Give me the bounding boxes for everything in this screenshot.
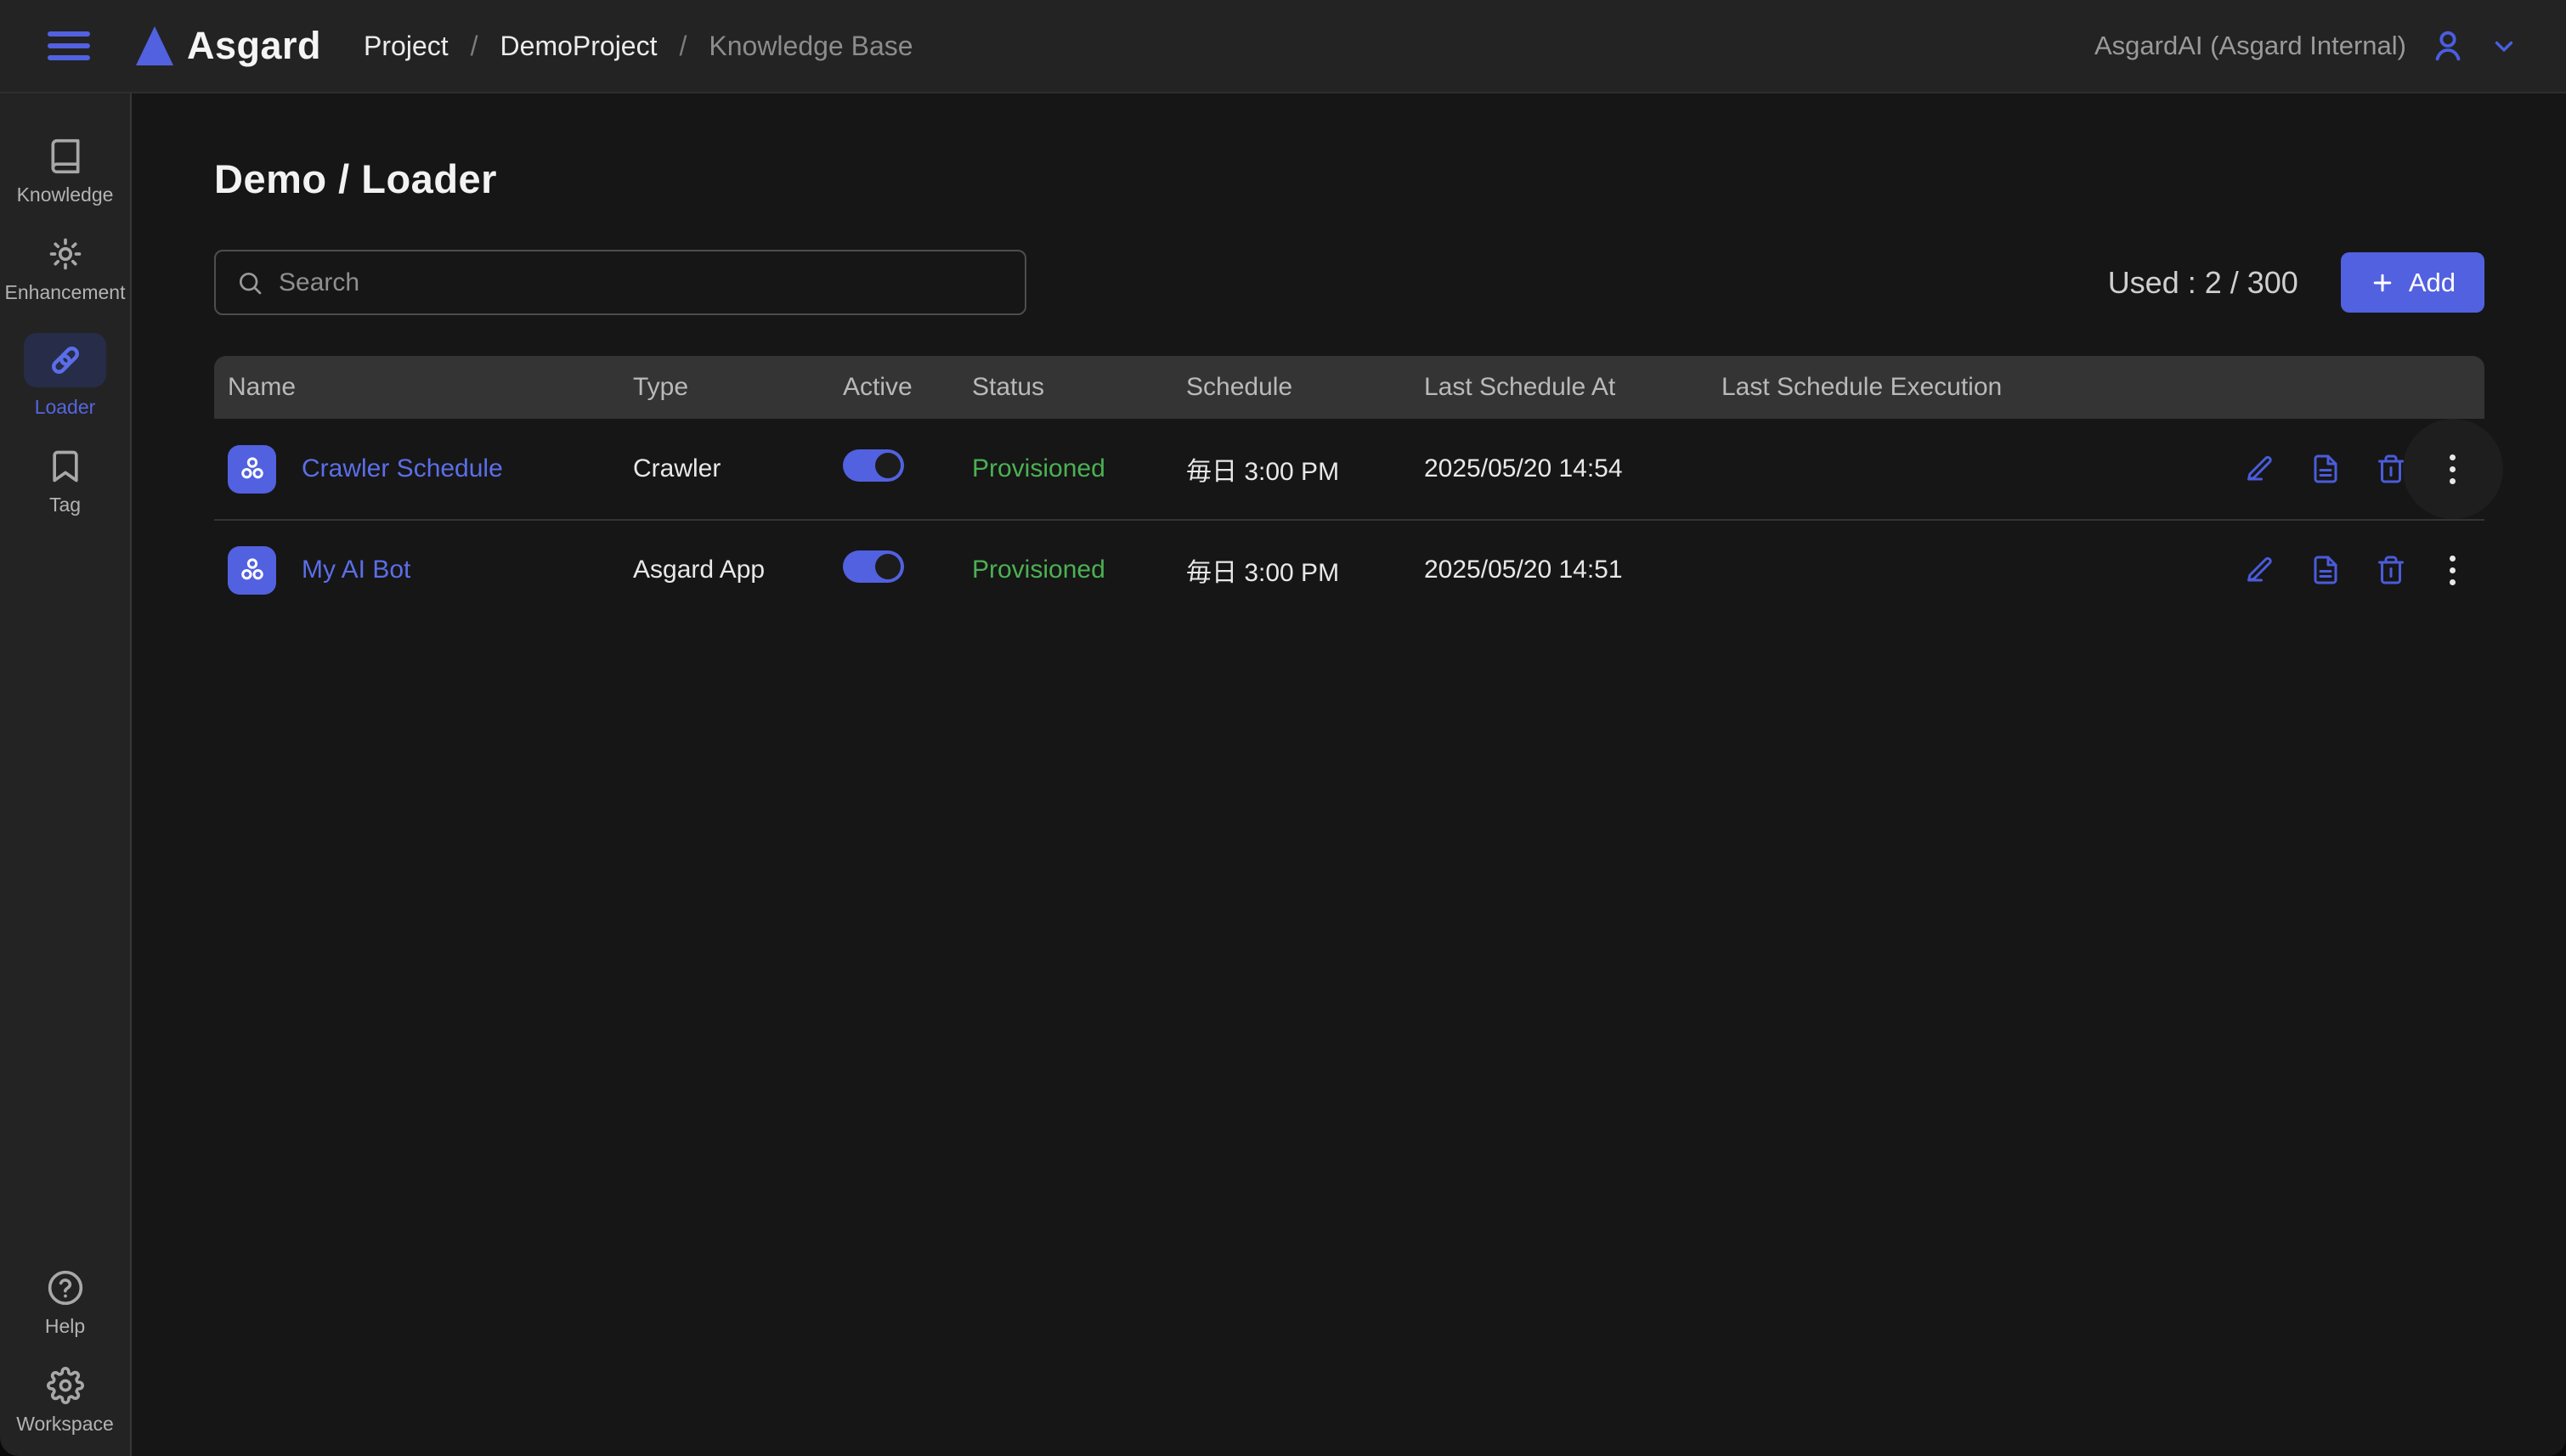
table-row: My AI Bot Asgard App Provisioned 毎日 3:00… xyxy=(214,519,2484,619)
breadcrumb-separator: / xyxy=(679,31,687,62)
bookmark-icon xyxy=(47,448,84,485)
loader-table: Name Type Active Status Schedule Last Sc… xyxy=(214,356,2484,619)
more-actions-button[interactable] xyxy=(2441,552,2464,589)
sidebar-item-loader[interactable]: Loader xyxy=(0,333,130,419)
delete-button[interactable] xyxy=(2376,555,2406,585)
toolbar: Used : 2 / 300 Add xyxy=(214,250,2484,315)
table-row: Crawler Schedule Crawler Provisioned 毎日 … xyxy=(214,419,2484,519)
loader-type-icon xyxy=(228,546,276,595)
gear-icon xyxy=(47,1367,84,1404)
sidebar-item-label: Workspace xyxy=(16,1413,114,1436)
row-last-schedule-at: 2025/05/20 14:51 xyxy=(1424,556,1721,584)
sidebar-item-workspace[interactable]: Workspace xyxy=(0,1367,130,1436)
plus-icon xyxy=(2370,270,2395,296)
search-box[interactable] xyxy=(214,250,1026,315)
breadcrumb-knowledge-base: Knowledge Base xyxy=(709,31,913,62)
search-icon xyxy=(236,269,263,296)
table-header: Name Type Active Status Schedule Last Sc… xyxy=(214,356,2484,419)
sidebar: Knowledge Enhancement xyxy=(0,93,132,1456)
column-header-last-schedule-at: Last Schedule At xyxy=(1424,373,1721,402)
chevron-down-icon[interactable] xyxy=(2490,31,2518,60)
row-name-link[interactable]: Crawler Schedule xyxy=(302,454,503,483)
active-toggle[interactable] xyxy=(843,449,904,482)
row-schedule: 毎日 3:00 PM xyxy=(1186,551,1424,589)
help-circle-icon xyxy=(47,1269,84,1306)
row-type: Crawler xyxy=(633,454,843,483)
triangle-logo-icon xyxy=(134,24,175,68)
document-button[interactable] xyxy=(2310,454,2341,484)
column-header-status: Status xyxy=(972,373,1186,402)
more-actions-button[interactable] xyxy=(2441,451,2464,488)
sidebar-active-highlight xyxy=(24,333,106,387)
header-account-area: AsgardAI (Asgard Internal) xyxy=(2094,26,2518,65)
status-badge: Provisioned xyxy=(972,454,1105,483)
row-type: Asgard App xyxy=(633,556,843,584)
row-last-schedule-at: 2025/05/20 14:54 xyxy=(1424,454,1721,483)
knot-icon xyxy=(237,555,268,585)
column-header-type: Type xyxy=(633,373,843,402)
breadcrumb-demoproject[interactable]: DemoProject xyxy=(500,31,658,62)
sidebar-item-label: Tag xyxy=(49,494,81,516)
sidebar-item-label: Enhancement xyxy=(5,281,126,304)
file-text-icon xyxy=(2310,555,2341,585)
breadcrumb: Project / DemoProject / Knowledge Base xyxy=(364,31,913,62)
pencil-icon xyxy=(2245,454,2275,484)
row-name-link[interactable]: My AI Bot xyxy=(302,556,410,584)
column-header-name: Name xyxy=(214,373,633,402)
account-label: AsgardAI (Asgard Internal) xyxy=(2094,31,2406,61)
sidebar-item-label: Loader xyxy=(35,396,96,419)
sidebar-item-enhancement[interactable]: Enhancement xyxy=(0,235,130,304)
edit-button[interactable] xyxy=(2245,555,2275,585)
main-content: Demo / Loader Used : 2 / 300 Add xyxy=(132,93,2566,1456)
menu-hamburger-icon[interactable] xyxy=(48,31,90,60)
sidebar-item-label: Knowledge xyxy=(17,183,114,206)
user-icon[interactable] xyxy=(2428,26,2467,65)
link-icon xyxy=(47,341,84,379)
column-header-active: Active xyxy=(843,373,972,402)
app-header: Asgard Project / DemoProject / Knowledge… xyxy=(0,0,2566,93)
asgard-logo[interactable]: Asgard xyxy=(134,24,321,68)
knot-icon xyxy=(237,454,268,484)
sidebar-bottom: Help Workspace xyxy=(0,1269,130,1456)
row-schedule: 毎日 3:00 PM xyxy=(1186,450,1424,488)
sidebar-item-knowledge[interactable]: Knowledge xyxy=(0,138,130,206)
breadcrumb-project[interactable]: Project xyxy=(364,31,449,62)
active-toggle[interactable] xyxy=(843,550,904,583)
document-button[interactable] xyxy=(2310,555,2341,585)
trash-icon xyxy=(2376,555,2406,585)
add-button-label: Add xyxy=(2409,268,2456,298)
column-header-last-schedule-execution: Last Schedule Execution xyxy=(1721,373,2230,402)
edit-button[interactable] xyxy=(2245,454,2275,484)
file-text-icon xyxy=(2310,454,2341,484)
search-input[interactable] xyxy=(279,268,1004,297)
logo-text: Asgard xyxy=(187,24,321,68)
sun-icon xyxy=(47,235,84,273)
add-button[interactable]: Add xyxy=(2341,252,2484,313)
loader-type-icon xyxy=(228,445,276,494)
sidebar-item-label: Help xyxy=(45,1315,85,1338)
sidebar-item-tag[interactable]: Tag xyxy=(0,448,130,516)
breadcrumb-separator: / xyxy=(471,31,478,62)
book-icon xyxy=(47,138,84,175)
app-window: Asgard Project / DemoProject / Knowledge… xyxy=(0,0,2566,1456)
column-header-schedule: Schedule xyxy=(1186,373,1424,402)
sidebar-item-help[interactable]: Help xyxy=(0,1269,130,1338)
status-badge: Provisioned xyxy=(972,556,1105,584)
page-title: Demo / Loader xyxy=(214,155,2484,202)
pencil-icon xyxy=(2245,555,2275,585)
usage-counter: Used : 2 / 300 xyxy=(2108,265,2298,301)
